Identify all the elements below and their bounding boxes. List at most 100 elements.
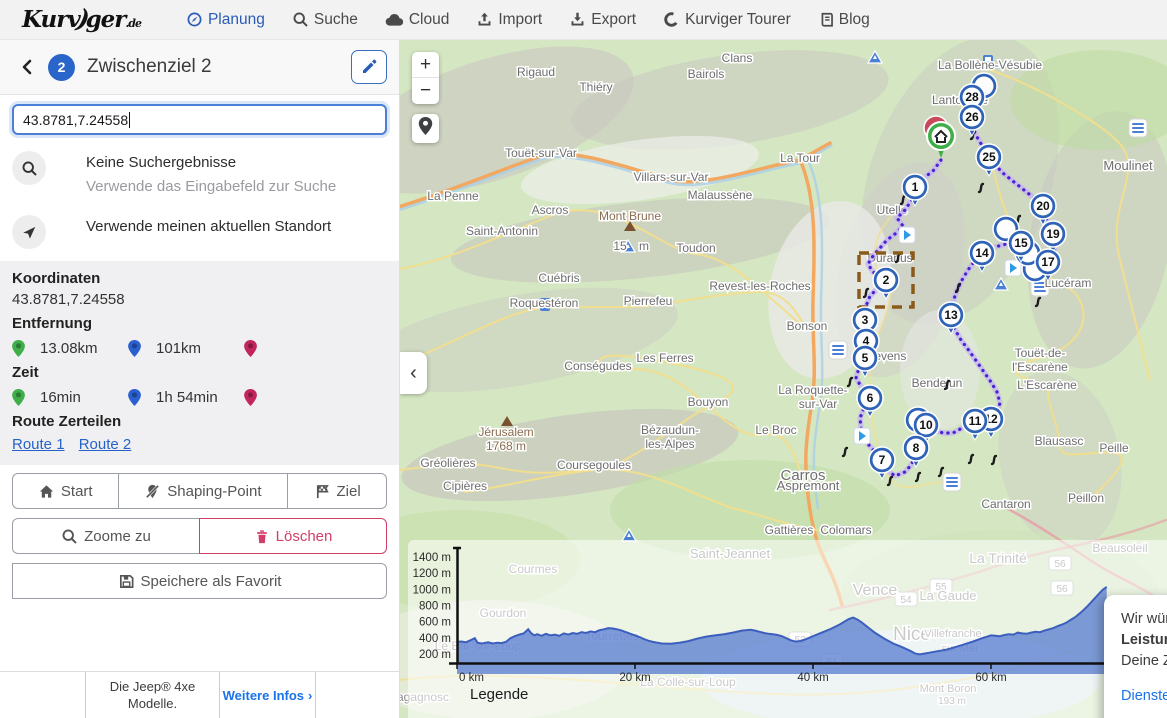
edit-waypoint-button[interactable] <box>351 50 387 84</box>
back-button[interactable] <box>12 50 42 84</box>
blue-pin-icon <box>128 340 142 357</box>
map-label: Pierrefeu <box>624 294 673 308</box>
popup-text-line1: Wir würd <box>1121 609 1167 630</box>
nav-item-label: Blog <box>839 11 870 29</box>
map-label: Ascros <box>532 203 569 217</box>
nav-item-cloud[interactable]: Cloud <box>385 11 450 29</box>
blue-pin-icon <box>128 389 142 406</box>
svg-text:3: 3 <box>862 313 869 327</box>
poi-menu-icon[interactable] <box>829 341 847 359</box>
map-label: m <box>639 239 649 253</box>
route-2-link[interactable]: Route 2 <box>79 436 132 453</box>
map-canvas[interactable]: 545556565152 Saint-JeannetCourmesVenceLa… <box>400 40 1167 718</box>
peak-label: 1768 m <box>486 439 526 453</box>
save-icon <box>118 573 135 590</box>
nav-item-export[interactable]: Export <box>569 11 636 29</box>
zoom-out-button[interactable]: − <box>412 78 439 104</box>
nav-item-label: Suche <box>314 11 358 29</box>
map-label: Thiéry <box>579 80 612 94</box>
zoom-to-button[interactable]: Zoome zu <box>12 518 199 554</box>
ad-text: Die Jeep® 4xeModelle. <box>86 672 220 718</box>
poi-menu-icon[interactable] <box>1129 119 1147 137</box>
coordinate-input[interactable]: 43.8781,7.24558 <box>12 104 387 135</box>
nav-item-label: Planung <box>208 11 265 29</box>
peak-label: Jérusalem <box>478 425 533 439</box>
svg-text:17: 17 <box>1041 255 1055 269</box>
distance-from-prev: 13.08km <box>40 340 128 357</box>
x-axis-tick-label: 60 km <box>975 672 1006 684</box>
map-label: Malaussène <box>688 188 753 202</box>
distance-total: 101km <box>156 340 244 357</box>
y-axis-tick-label: 1000 m <box>413 584 451 596</box>
zoom-in-button[interactable]: + <box>412 52 439 78</box>
map-label: Saint-Antonin <box>466 224 538 238</box>
waypoint-details: Koordinaten 43.8781,7.24558 Entfernung 1… <box>0 261 399 465</box>
map-label: sur-Var <box>799 397 837 411</box>
map-label: Clans <box>722 51 753 65</box>
map-label: Gréolières <box>420 456 475 470</box>
legend-toggle[interactable]: Legende <box>470 686 528 703</box>
sidebar: 2 Zwischenziel 2 43.8781,7.24558 Keine S… <box>0 40 400 718</box>
map-label: Conségudes <box>564 359 631 373</box>
consent-popup: Wir würd Leistung Deine Zu Dienste a <box>1104 595 1167 718</box>
svg-text:20: 20 <box>1036 199 1050 213</box>
services-link[interactable]: Dienste a <box>1121 686 1167 707</box>
svg-text:13: 13 <box>944 308 958 322</box>
map-label: La Tour <box>780 151 820 165</box>
peak-label: Mont Brune <box>599 209 661 223</box>
map-label: La Roquette- <box>778 383 847 397</box>
svg-text:2: 2 <box>883 273 890 287</box>
time-total: 1h 54min <box>156 389 244 406</box>
map-label: Peille <box>1099 441 1129 455</box>
svg-text:14: 14 <box>975 246 989 260</box>
split-route-label: Route Zerteilen <box>12 413 387 430</box>
nav-item-import[interactable]: Import <box>476 11 542 29</box>
distance-row: 13.08km 101km <box>12 340 387 357</box>
svg-text:6: 6 <box>867 391 874 405</box>
nav-item-kurviger-tourer[interactable]: Kurviger Tourer <box>663 11 791 29</box>
map-label: Gattières <box>765 523 814 537</box>
x-axis-tick-label: 0 km <box>459 672 484 684</box>
cloud-icon <box>385 12 404 27</box>
tourer-icon <box>663 11 680 28</box>
save-as-favorite-button[interactable]: Speichere als Favorit <box>12 563 387 599</box>
y-axis-tick-label: 1400 m <box>413 552 451 564</box>
nav-item-blog[interactable]: Blog <box>818 11 870 29</box>
time-row: 16min 1h 54min <box>12 389 387 406</box>
map-label: Colomars <box>820 523 871 537</box>
set-shaping-point-button[interactable]: Shaping-Point <box>118 473 288 509</box>
svg-text:15: 15 <box>1014 236 1028 250</box>
map-label: Roquestéron <box>510 296 579 310</box>
set-start-button[interactable]: Start <box>12 473 118 509</box>
popup-text-line2: Leistung <box>1121 630 1167 651</box>
map-label: Touët-sur-Var <box>505 146 577 160</box>
delete-waypoint-button[interactable]: Löschen <box>199 518 387 554</box>
poi-menu-icon[interactable] <box>943 473 961 491</box>
kurviger-logo[interactable]: Kurv)ger.de <box>22 6 141 33</box>
use-current-location-row[interactable]: Verwende meinen aktuellen Standort <box>0 207 399 257</box>
elevation-profile-panel[interactable]: 1400 m1200 m1000 m800 m600 m400 m200 m0 … <box>408 540 1167 718</box>
locate-button[interactable] <box>412 114 439 143</box>
route-1-link[interactable]: Route 1 <box>12 436 65 453</box>
nav-item-suche[interactable]: Suche <box>292 11 358 29</box>
coordinates-value: 43.8781,7.24558 <box>12 291 387 308</box>
ad-more-info-link[interactable]: Weitere Infos› <box>220 672 315 718</box>
map-label: Blausasc <box>1035 434 1084 448</box>
waypoint-number-badge: 2 <box>48 54 75 81</box>
route-direction-arrow-icon <box>854 428 870 444</box>
nav-item-planung[interactable]: Planung <box>186 11 265 29</box>
sidebar-collapse-button[interactable]: ‹ <box>400 352 427 394</box>
import-icon <box>476 11 493 28</box>
map-label: Moulinet <box>1103 158 1153 173</box>
svg-text:25: 25 <box>982 150 996 164</box>
svg-text:11: 11 <box>969 414 982 428</box>
coordinates-label: Koordinaten <box>12 270 387 287</box>
distance-label: Entfernung <box>12 315 387 332</box>
search-hint-text: Verwende das Eingabefeld zur Suche <box>86 175 336 199</box>
svg-text:7: 7 <box>879 453 886 467</box>
set-destination-button[interactable]: Ziel <box>287 473 387 509</box>
top-navbar: Kurv)ger.de Planung Suche Cloud Import Expor… <box>0 0 1167 40</box>
map-label: Les Ferres <box>636 351 693 365</box>
location-arrow-icon <box>12 215 46 249</box>
map-label: L'Escarène <box>1017 378 1077 392</box>
